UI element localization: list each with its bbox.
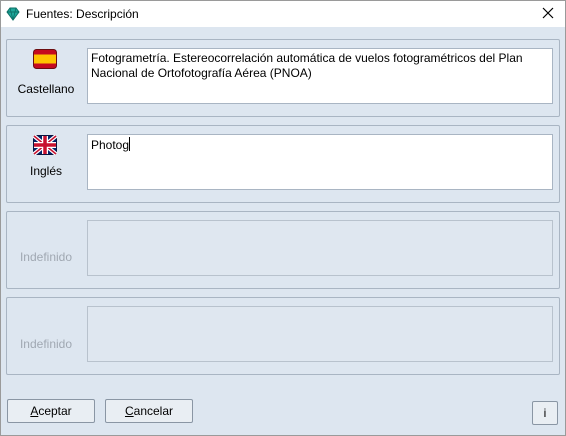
info-button[interactable]: i <box>532 401 558 425</box>
language-group-ingles: Inglés Photog <box>6 125 560 203</box>
language-label: Castellano <box>17 82 75 96</box>
description-castellano-field[interactable]: Fotogrametría. Estereocorrelación automá… <box>87 48 553 104</box>
accept-label: ceptar <box>38 404 72 418</box>
title-bar: Fuentes: Descripción <box>1 1 565 27</box>
cancel-mnemonic: C <box>124 404 134 418</box>
language-label: Indefinido <box>19 250 73 264</box>
window-title: Fuentes: Descripción <box>26 7 139 21</box>
description-ingles-field[interactable]: Photog <box>87 134 553 190</box>
dialog-body: Castellano Fotogrametría. Estereocorrela… <box>1 27 565 435</box>
accept-mnemonic: A <box>30 404 39 418</box>
description-indefinido-1-field <box>87 220 553 276</box>
uk-flag-icon <box>32 134 58 156</box>
gem-icon <box>5 6 21 22</box>
cancel-label: ancelar <box>133 404 174 418</box>
language-group-indefinido-1: Indefinido <box>6 211 560 289</box>
field-text: Photog <box>91 138 130 152</box>
language-group-indefinido-2: Indefinido <box>6 297 560 375</box>
spain-flag-icon <box>33 49 57 69</box>
dialog-window: Fuentes: Descripción Castellano Fotogram… <box>0 0 566 436</box>
cancel-button[interactable]: Cancelar <box>105 399 193 423</box>
language-label: Indefinido <box>19 337 73 351</box>
close-icon <box>542 7 554 22</box>
language-label: Inglés <box>29 164 63 178</box>
accept-button[interactable]: Aceptar <box>7 399 95 423</box>
description-indefinido-2-field <box>87 306 553 362</box>
text-caret <box>129 137 131 151</box>
language-group-castellano: Castellano Fotogrametría. Estereocorrela… <box>6 39 560 117</box>
close-button[interactable] <box>531 1 565 27</box>
